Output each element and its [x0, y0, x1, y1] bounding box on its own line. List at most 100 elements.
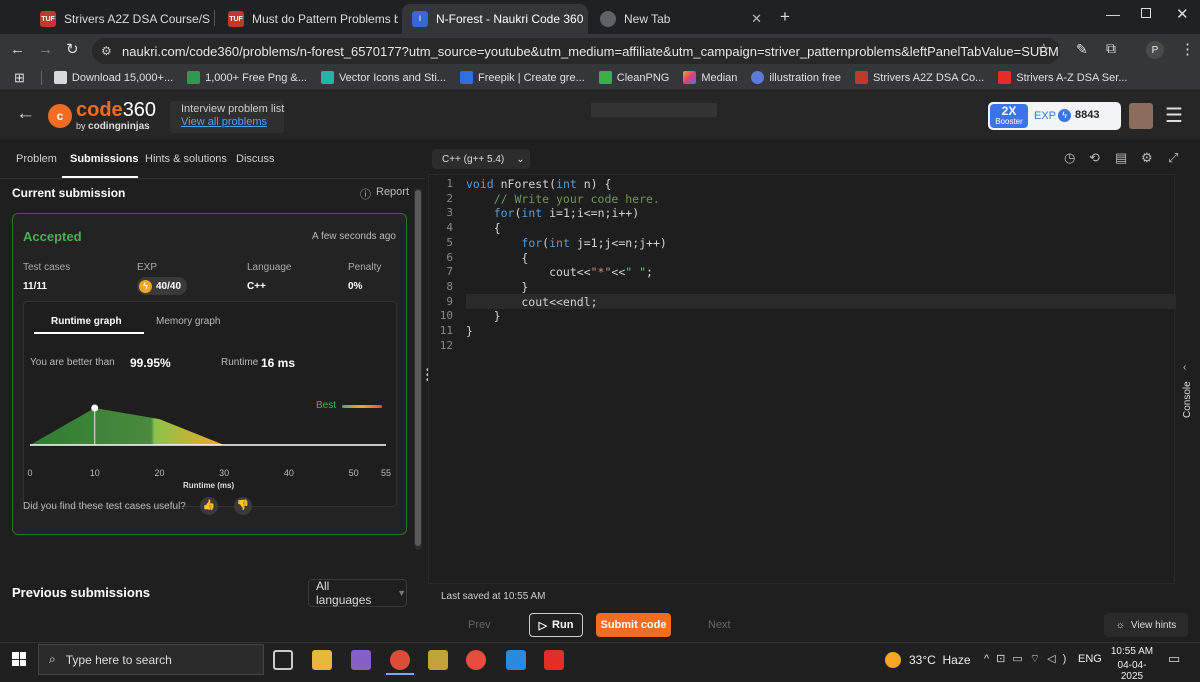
code-line: } — [466, 309, 501, 324]
bookmark-item[interactable]: Median — [683, 71, 737, 84]
logo-text[interactable]: code360 — [76, 99, 156, 122]
tab-submissions[interactable]: Submissions — [70, 153, 138, 165]
bookmark-item[interactable]: Vector Icons and Sti... — [320, 71, 446, 84]
language-selector[interactable]: C++ (g++ 5.4) ⌄ — [432, 149, 530, 169]
bookmark-item[interactable]: illustration free — [751, 71, 841, 84]
next-button[interactable]: Next — [708, 619, 731, 631]
console-toggle[interactable]: Console — [1178, 381, 1198, 426]
paint-icon[interactable] — [428, 650, 448, 670]
layout-icon[interactable]: ▤ — [1115, 150, 1127, 166]
view-hints-button[interactable]: ☼ View hints — [1104, 613, 1188, 637]
new-tab-plus-icon[interactable]: + — [780, 7, 790, 27]
reload-icon[interactable]: ↻ — [66, 40, 79, 58]
browser-tab[interactable]: TUF Must do Pattern Problems befo ✕ — [218, 4, 398, 34]
taskbar-search[interactable]: ⌕ Type here to search — [38, 644, 264, 675]
line-number: 6 — [446, 250, 453, 264]
codingninjas-icon: ǀ — [412, 11, 428, 27]
tab-title: N-Forest - Naukri Code 360 — [436, 12, 584, 26]
pen-icon[interactable]: ✎ — [1076, 41, 1088, 58]
browser-tab[interactable]: New Tab ✕ — [590, 4, 772, 34]
tab-problem[interactable]: Problem — [16, 153, 57, 165]
runtime-graph-box: Runtime graph Memory graph You are bette… — [23, 301, 397, 507]
prev-button[interactable]: Prev — [468, 619, 491, 631]
tab-discuss[interactable]: Discuss — [236, 153, 275, 165]
x-axis-title: Runtime (ms) — [183, 481, 235, 490]
runtime-marker-point — [91, 404, 99, 412]
bottom-action-bar: Prev ▷ Run Submit code Next ☼ View hints — [0, 610, 1200, 642]
vector-icon — [320, 71, 334, 84]
back-arrow-icon[interactable]: ← — [16, 103, 35, 125]
bookmark-item[interactable]: Strivers A2Z DSA Co... — [854, 71, 984, 84]
submit-code-button[interactable]: Submit code — [596, 613, 671, 637]
bookmark-item[interactable]: Strivers A-Z DSA Ser... — [998, 71, 1128, 84]
site-settings-icon[interactable]: ⚙ — [101, 44, 112, 58]
bookmark-item[interactable]: CleanPNG — [598, 71, 669, 84]
line-number: 2 — [446, 191, 453, 205]
line-number: 9 — [446, 294, 453, 308]
language-indicator[interactable]: ENG — [1078, 653, 1102, 665]
apps-grid-icon[interactable]: ⊞ — [14, 70, 25, 86]
report-button[interactable]: ⓘ Report — [360, 186, 409, 202]
menu-kebab-icon[interactable]: ⋮ — [1180, 40, 1195, 58]
bookmark-item[interactable]: Freepik | Create gre... — [459, 71, 585, 84]
user-avatar[interactable] — [1129, 103, 1153, 129]
lightning-icon: ϟ — [1058, 109, 1071, 122]
chevron-left-icon[interactable]: ‹ — [1183, 362, 1186, 373]
code-editor[interactable]: 1 void nForest(int n) {2 // Write your co… — [428, 174, 1176, 584]
code360-logo-icon[interactable]: c — [48, 104, 72, 128]
forward-arrow-icon[interactable]: → — [38, 41, 53, 58]
thumbs-up-icon[interactable]: 👍 — [200, 497, 218, 515]
extensions-icon[interactable]: ⧉ — [1106, 40, 1116, 57]
tuf-icon — [854, 71, 868, 84]
run-button[interactable]: ▷ Run — [529, 613, 583, 637]
bookmark-item[interactable]: 1,000+ Free Png &... — [187, 71, 307, 84]
close-window-icon[interactable]: ✕ — [1176, 5, 1189, 23]
scrollbar-thumb[interactable] — [415, 190, 421, 546]
close-icon[interactable]: ✕ — [751, 11, 762, 27]
bookmarks-bar: ⊞ Download 15,000+... 1,000+ Free Png &.… — [0, 66, 1200, 90]
freepik-icon — [459, 71, 473, 84]
weather-sun-icon[interactable] — [885, 652, 901, 668]
language-filter-select[interactable]: All languages ▼ — [308, 579, 407, 607]
back-arrow-icon[interactable]: ← — [10, 41, 25, 58]
tray-icons[interactable]: ^⊡▭⌔◁) — [984, 652, 1073, 666]
browser-tab[interactable]: TUF Strivers A2Z DSA Course/Sheet ✕ — [30, 4, 210, 34]
chrome-taskbar-icon[interactable] — [390, 650, 410, 670]
timer-icon[interactable]: ◷ — [1064, 150, 1075, 166]
youtube-icon — [998, 71, 1012, 84]
snipping-icon[interactable] — [466, 650, 486, 670]
code-line: // Write your code here. — [466, 191, 660, 206]
thumbs-down-icon[interactable]: 👎 — [234, 497, 252, 515]
reset-icon[interactable]: ⟲ — [1089, 150, 1100, 166]
bookmark-star-icon[interactable]: ☆ — [1037, 40, 1050, 58]
windows-start-icon[interactable] — [12, 652, 26, 666]
line-number: 3 — [446, 206, 453, 220]
visual-studio-icon[interactable] — [351, 650, 371, 670]
tab-hints[interactable]: Hints & solutions — [145, 153, 227, 165]
browser-tab-active[interactable]: ǀ N-Forest - Naukri Code 360 ✕ — [402, 4, 588, 34]
hamburger-menu-icon[interactable]: ☰ — [1165, 103, 1183, 128]
clock[interactable]: 10:55 AM 04-04-2025 — [1108, 646, 1156, 682]
maximize-icon[interactable] — [1141, 8, 1151, 18]
file-explorer-icon[interactable] — [312, 650, 332, 670]
vscode-icon[interactable] — [506, 650, 526, 670]
tuf-icon: TUF — [228, 11, 244, 27]
logo-subtext: by codingninjas — [76, 121, 150, 132]
settings-gear-icon[interactable]: ⚙ — [1141, 150, 1153, 166]
minimize-icon[interactable]: — — [1106, 6, 1120, 22]
bookmark-icon — [53, 71, 67, 84]
bookmark-item[interactable]: Download 15,000+... — [53, 71, 173, 84]
tuf-icon: TUF — [40, 11, 56, 27]
exp-col-label: EXP — [137, 262, 158, 273]
line-number: 4 — [446, 221, 453, 235]
task-view-icon[interactable] — [273, 650, 293, 670]
notification-icon[interactable]: ▭ — [1168, 651, 1180, 667]
language-label: Language — [247, 262, 292, 273]
chrome-icon — [600, 11, 616, 27]
view-all-problems-link[interactable]: View all problems — [181, 116, 267, 128]
fullscreen-icon[interactable]: ⤢ — [1168, 150, 1178, 166]
profile-avatar[interactable]: P — [1146, 41, 1164, 59]
weather-text[interactable]: 33°C Haze — [909, 653, 971, 667]
youtube-taskbar-icon[interactable] — [544, 650, 564, 670]
url-input[interactable]: ⚙ naukri.com/code360/problems/n-forest_6… — [92, 38, 1060, 64]
